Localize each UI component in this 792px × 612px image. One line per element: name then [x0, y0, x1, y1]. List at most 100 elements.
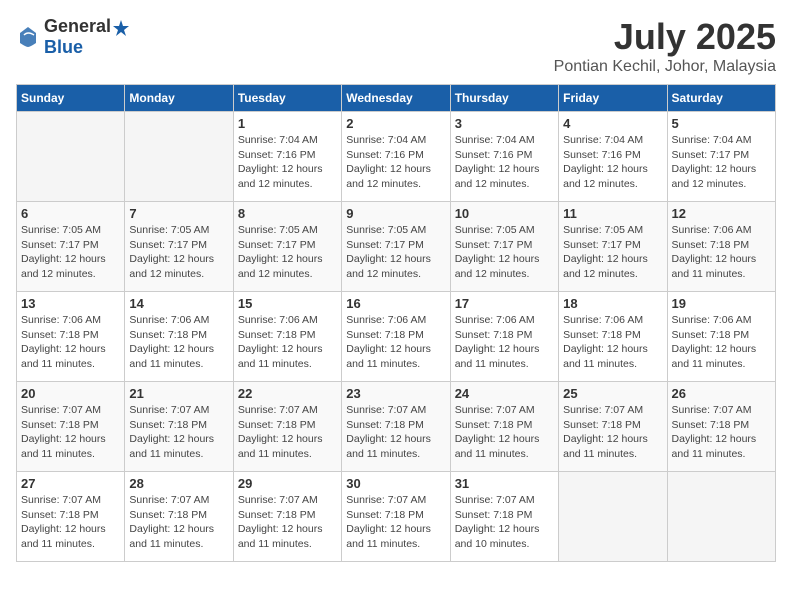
day-info: Sunrise: 7:04 AMSunset: 7:16 PMDaylight:… — [238, 133, 337, 192]
day-number: 15 — [238, 296, 337, 311]
calendar-cell: 22 Sunrise: 7:07 AMSunset: 7:18 PMDayligh… — [233, 382, 341, 472]
day-number: 29 — [238, 476, 337, 491]
day-info: Sunrise: 7:06 AMSunset: 7:18 PMDaylight:… — [21, 313, 120, 372]
day-info: Sunrise: 7:07 AMSunset: 7:18 PMDaylight:… — [672, 403, 771, 462]
day-number: 16 — [346, 296, 445, 311]
calendar-cell: 27 Sunrise: 7:07 AMSunset: 7:18 PMDayligh… — [17, 472, 125, 562]
day-number: 14 — [129, 296, 228, 311]
title-area: July 2025 Pontian Kechil, Johor, Malaysi… — [554, 16, 776, 76]
day-info: Sunrise: 7:04 AMSunset: 7:16 PMDaylight:… — [455, 133, 554, 192]
day-info: Sunrise: 7:07 AMSunset: 7:18 PMDaylight:… — [129, 493, 228, 552]
day-number: 26 — [672, 386, 771, 401]
calendar-cell: 21 Sunrise: 7:07 AMSunset: 7:18 PMDayligh… — [125, 382, 233, 472]
day-info: Sunrise: 7:06 AMSunset: 7:18 PMDaylight:… — [563, 313, 662, 372]
calendar-cell: 6Sunrise: 7:05 AMSunset: 7:17 PMDaylight… — [17, 202, 125, 292]
month-title: July 2025 — [554, 16, 776, 58]
day-info: Sunrise: 7:07 AMSunset: 7:18 PMDaylight:… — [346, 493, 445, 552]
day-info: Sunrise: 7:07 AMSunset: 7:18 PMDaylight:… — [21, 493, 120, 552]
day-number: 7 — [129, 206, 228, 221]
day-info: Sunrise: 7:07 AMSunset: 7:18 PMDaylight:… — [21, 403, 120, 462]
day-info: Sunrise: 7:06 AMSunset: 7:18 PMDaylight:… — [455, 313, 554, 372]
week-row-3: 13 Sunrise: 7:06 AMSunset: 7:18 PMDayligh… — [17, 292, 776, 382]
calendar-cell: 8 Sunrise: 7:05 AMSunset: 7:17 PMDaylight… — [233, 202, 341, 292]
calendar-cell: 12Sunrise: 7:06 AMSunset: 7:18 PMDayligh… — [667, 202, 775, 292]
calendar-cell: 2 Sunrise: 7:04 AMSunset: 7:16 PMDaylight… — [342, 112, 450, 202]
day-number: 3 — [455, 116, 554, 131]
day-info: Sunrise: 7:04 AMSunset: 7:16 PMDaylight:… — [346, 133, 445, 192]
calendar-cell: 1 Sunrise: 7:04 AMSunset: 7:16 PMDaylight… — [233, 112, 341, 202]
day-number: 27 — [21, 476, 120, 491]
day-number: 4 — [563, 116, 662, 131]
day-number: 22 — [238, 386, 337, 401]
day-info: Sunrise: 7:07 AMSunset: 7:18 PMDaylight:… — [455, 493, 554, 552]
week-row-1: 1 Sunrise: 7:04 AMSunset: 7:16 PMDaylight… — [17, 112, 776, 202]
logo-flag-icon — [112, 19, 130, 37]
day-info: Sunrise: 7:05 AMSunset: 7:17 PMDaylight:… — [129, 223, 228, 282]
calendar-cell: 14 Sunrise: 7:06 AMSunset: 7:18 PMDayligh… — [125, 292, 233, 382]
day-number: 19 — [672, 296, 771, 311]
day-number: 25 — [563, 386, 662, 401]
day-number: 21 — [129, 386, 228, 401]
calendar-cell: 31Sunrise: 7:07 AMSunset: 7:18 PMDayligh… — [450, 472, 558, 562]
day-number: 17 — [455, 296, 554, 311]
calendar-cell: 23Sunrise: 7:07 AMSunset: 7:18 PMDayligh… — [342, 382, 450, 472]
day-number: 1 — [238, 116, 337, 131]
logo-blue-text: Blue — [44, 37, 83, 57]
day-number: 18 — [563, 296, 662, 311]
logo-icon — [16, 25, 40, 49]
weekday-header-thursday: Thursday — [450, 85, 558, 112]
week-row-2: 6Sunrise: 7:05 AMSunset: 7:17 PMDaylight… — [17, 202, 776, 292]
day-info: Sunrise: 7:05 AMSunset: 7:17 PMDaylight:… — [346, 223, 445, 282]
calendar-cell: 30Sunrise: 7:07 AMSunset: 7:18 PMDayligh… — [342, 472, 450, 562]
calendar-cell: 29 Sunrise: 7:07 AMSunset: 7:18 PMDayligh… — [233, 472, 341, 562]
calendar-cell: 9 Sunrise: 7:05 AMSunset: 7:17 PMDaylight… — [342, 202, 450, 292]
calendar-cell: 17 Sunrise: 7:06 AMSunset: 7:18 PMDayligh… — [450, 292, 558, 382]
logo: General Blue — [16, 16, 131, 58]
day-number: 13 — [21, 296, 120, 311]
calendar-table: SundayMondayTuesdayWednesdayThursdayFrid… — [16, 84, 776, 562]
day-number: 9 — [346, 206, 445, 221]
day-number: 11 — [563, 206, 662, 221]
week-row-4: 20Sunrise: 7:07 AMSunset: 7:18 PMDayligh… — [17, 382, 776, 472]
day-info: Sunrise: 7:04 AMSunset: 7:16 PMDaylight:… — [563, 133, 662, 192]
calendar-cell: 10Sunrise: 7:05 AMSunset: 7:17 PMDayligh… — [450, 202, 558, 292]
week-row-5: 27 Sunrise: 7:07 AMSunset: 7:18 PMDayligh… — [17, 472, 776, 562]
day-info: Sunrise: 7:06 AMSunset: 7:18 PMDaylight:… — [346, 313, 445, 372]
weekday-header-sunday: Sunday — [17, 85, 125, 112]
calendar-cell — [559, 472, 667, 562]
day-number: 28 — [129, 476, 228, 491]
calendar-cell: 3 Sunrise: 7:04 AMSunset: 7:16 PMDaylight… — [450, 112, 558, 202]
day-info: Sunrise: 7:06 AMSunset: 7:18 PMDaylight:… — [672, 313, 771, 372]
calendar-cell: 25 Sunrise: 7:07 AMSunset: 7:18 PMDayligh… — [559, 382, 667, 472]
day-info: Sunrise: 7:05 AMSunset: 7:17 PMDaylight:… — [563, 223, 662, 282]
day-info: Sunrise: 7:05 AMSunset: 7:17 PMDaylight:… — [238, 223, 337, 282]
day-info: Sunrise: 7:07 AMSunset: 7:18 PMDaylight:… — [238, 493, 337, 552]
day-info: Sunrise: 7:06 AMSunset: 7:18 PMDaylight:… — [672, 223, 771, 282]
calendar-cell: 24Sunrise: 7:07 AMSunset: 7:18 PMDayligh… — [450, 382, 558, 472]
calendar-cell: 5Sunrise: 7:04 AMSunset: 7:17 PMDaylight… — [667, 112, 775, 202]
calendar-cell: 18 Sunrise: 7:06 AMSunset: 7:18 PMDayligh… — [559, 292, 667, 382]
day-number: 10 — [455, 206, 554, 221]
calendar-cell: 19 Sunrise: 7:06 AMSunset: 7:18 PMDayligh… — [667, 292, 775, 382]
day-info: Sunrise: 7:07 AMSunset: 7:18 PMDaylight:… — [238, 403, 337, 462]
weekday-header-tuesday: Tuesday — [233, 85, 341, 112]
calendar-cell: 7 Sunrise: 7:05 AMSunset: 7:17 PMDaylight… — [125, 202, 233, 292]
calendar-cell — [17, 112, 125, 202]
calendar-cell — [125, 112, 233, 202]
day-number: 8 — [238, 206, 337, 221]
calendar-cell: 20Sunrise: 7:07 AMSunset: 7:18 PMDayligh… — [17, 382, 125, 472]
calendar-cell — [667, 472, 775, 562]
weekday-header-saturday: Saturday — [667, 85, 775, 112]
calendar-cell: 15Sunrise: 7:06 AMSunset: 7:18 PMDayligh… — [233, 292, 341, 382]
day-info: Sunrise: 7:06 AMSunset: 7:18 PMDaylight:… — [129, 313, 228, 372]
calendar-cell: 16 Sunrise: 7:06 AMSunset: 7:18 PMDayligh… — [342, 292, 450, 382]
day-info: Sunrise: 7:07 AMSunset: 7:18 PMDaylight:… — [563, 403, 662, 462]
page-header: General Blue July 2025 Pontian Kechil, J… — [16, 16, 776, 76]
day-info: Sunrise: 7:07 AMSunset: 7:18 PMDaylight:… — [346, 403, 445, 462]
day-info: Sunrise: 7:05 AMSunset: 7:17 PMDaylight:… — [21, 223, 120, 282]
weekday-header-wednesday: Wednesday — [342, 85, 450, 112]
day-number: 2 — [346, 116, 445, 131]
day-info: Sunrise: 7:07 AMSunset: 7:18 PMDaylight:… — [129, 403, 228, 462]
calendar-cell: 28 Sunrise: 7:07 AMSunset: 7:18 PMDayligh… — [125, 472, 233, 562]
day-number: 24 — [455, 386, 554, 401]
